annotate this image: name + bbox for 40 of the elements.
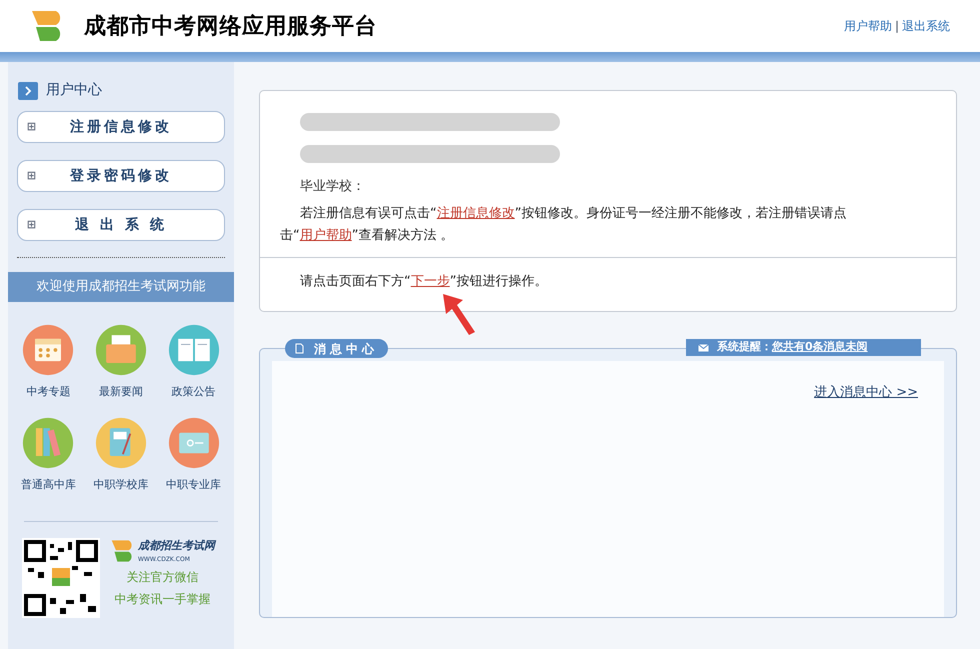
folder-icon[interactable] (94, 324, 147, 376)
feature-label[interactable]: 最新要闻 (98, 384, 143, 400)
sidebar-button[interactable]: ⊞ 登录密码修改 (17, 160, 225, 192)
feature-label[interactable]: 中职专业库 (166, 476, 222, 493)
message-title: 消息中心 (314, 340, 378, 358)
text-link[interactable]: 注册信息修改 (436, 206, 515, 221)
feature-label[interactable]: 中考专题 (26, 384, 70, 400)
message-center-link[interactable]: 进入消息中心 >> (814, 383, 918, 402)
sidebar-button[interactable]: ⊞ 退 出 系 统 (17, 209, 225, 241)
feature-label[interactable]: 中职学校库 (93, 476, 148, 493)
envelope-icon (698, 344, 709, 352)
section-title: 用户中心 (46, 81, 102, 100)
calendar-icon[interactable] (22, 324, 74, 376)
text-link[interactable]: 用户帮助 (300, 228, 352, 243)
help-link[interactable]: 用户帮助 (844, 17, 892, 35)
separator: | (894, 18, 899, 35)
welcome-banner: 欢迎使用成都招生考试网功能 (8, 272, 234, 302)
feature-label[interactable]: 普通高中库 (20, 476, 76, 493)
logout-link[interactable]: 退出系统 (902, 17, 950, 35)
chevron-icon (18, 82, 38, 100)
feature-label[interactable]: 政策公告 (172, 384, 216, 400)
screen-icon[interactable] (168, 416, 220, 468)
promo-text: 中考资讯一手掌握 (114, 590, 210, 608)
qr-code-icon (22, 538, 100, 618)
site-name: 成都招生考试网 (138, 538, 215, 554)
binders-icon[interactable] (22, 416, 74, 468)
promo-text: 关注官方微信 (126, 568, 198, 586)
notice-text: 若注册信息有误可点击“注册信息修改”按钮修改。身份证号一经注册不能修改，若注册错误请点击“用户帮助”查看解决方法 。 (279, 205, 848, 245)
notice-text: 请点击页面右下方“下一步”按钮进行操作。 (299, 273, 548, 291)
text-link[interactable]: 下一步 (410, 274, 450, 289)
sidebar-button[interactable]: ⊞ 注册信息修改 (17, 111, 225, 143)
notice-text: 毕业学校： (300, 178, 366, 195)
document-icon (295, 343, 304, 354)
site-title: 成都市中考网络应用服务平台 (84, 12, 378, 40)
expand-icon: ⊞ (26, 168, 40, 184)
expand-icon: ⊞ (26, 118, 40, 136)
notebook-icon[interactable] (94, 416, 147, 468)
expand-icon: ⊞ (26, 216, 40, 234)
book-icon[interactable] (168, 324, 220, 376)
reminder-label: 系统提醒： (717, 339, 772, 356)
